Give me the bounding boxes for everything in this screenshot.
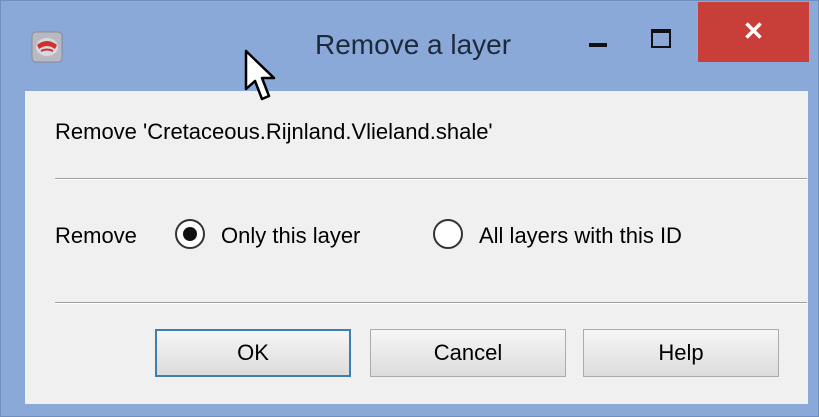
remove-message: Remove 'Cretaceous.Rijnland.Vlieland.sha… [55, 119, 493, 144]
ok-button[interactable]: OK [155, 329, 351, 377]
radio-all-layers-with-id-label[interactable]: All layers with this ID [479, 223, 682, 249]
help-button[interactable]: Help [583, 329, 779, 377]
divider [55, 178, 807, 180]
radio-only-this-layer-label[interactable]: Only this layer [221, 223, 360, 249]
radio-all-layers-with-id[interactable] [433, 219, 463, 249]
minimize-button[interactable] [579, 23, 617, 61]
title-bar[interactable]: Remove a layer ✕ [1, 1, 818, 91]
app-globe-icon [31, 31, 63, 63]
close-icon: ✕ [742, 16, 765, 46]
maximize-button[interactable] [639, 23, 681, 61]
dialog-window: Remove a layer ✕ Remove 'Cretaceous.Rijn… [0, 0, 819, 417]
window-title: Remove a layer [315, 29, 512, 60]
mouse-pointer-icon [244, 49, 276, 101]
remove-label: Remove [55, 223, 137, 248]
cancel-button[interactable]: Cancel [370, 329, 566, 377]
divider [55, 302, 807, 304]
close-button[interactable]: ✕ [698, 2, 809, 62]
dialog-content: Remove 'Cretaceous.Rijnland.Vlieland.sha… [25, 91, 808, 404]
radio-only-this-layer[interactable] [175, 219, 205, 249]
